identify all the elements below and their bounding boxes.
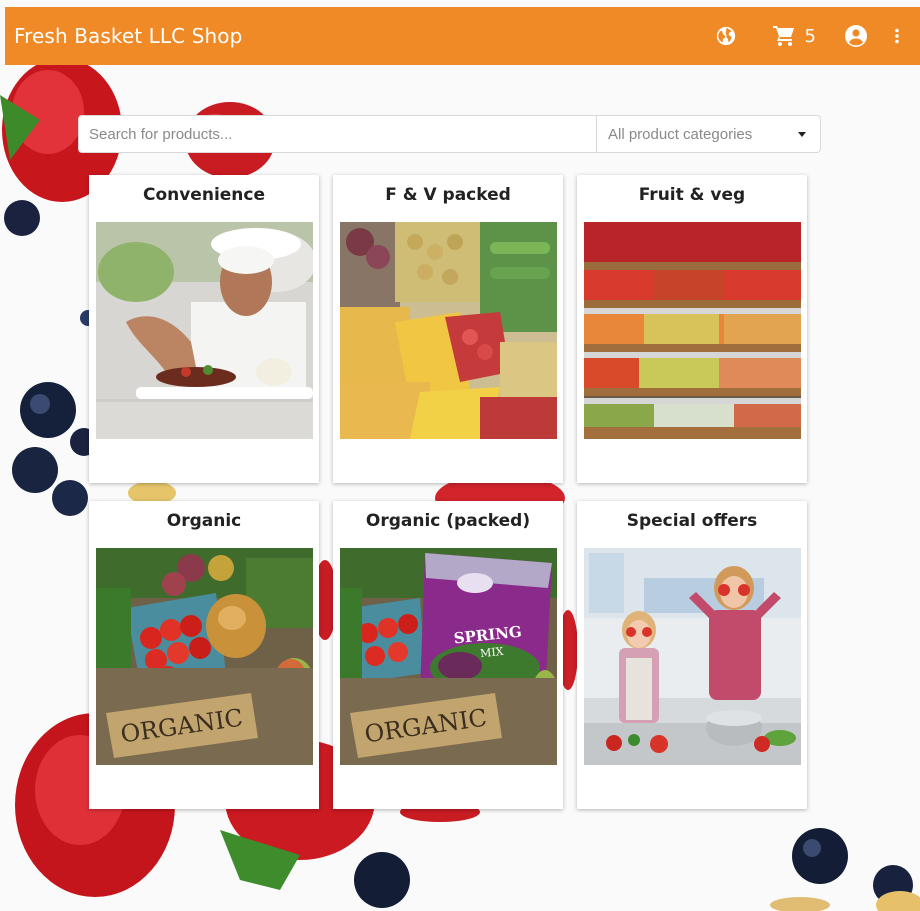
category-image-organic: ORGANIC xyxy=(96,548,313,765)
account-circle-icon[interactable] xyxy=(844,24,868,48)
cart-button[interactable]: 5 xyxy=(772,24,816,48)
globe-icon[interactable] xyxy=(714,24,738,48)
category-title: Special offers xyxy=(626,511,758,531)
bag-label-line2: MIX xyxy=(480,645,505,660)
category-title: Convenience xyxy=(142,185,266,205)
category-image-fv-packed xyxy=(340,222,557,439)
cart-icon xyxy=(772,24,796,48)
search-bar: All product categories xyxy=(78,115,821,153)
category-card-organic-packed[interactable]: Organic (packed) SPRING MIX ORGANIC xyxy=(333,501,563,809)
category-select-value: All product categories xyxy=(608,125,753,143)
category-title: Organic xyxy=(166,511,242,531)
category-title: F & V packed xyxy=(385,185,511,205)
category-image-organic-packed: SPRING MIX ORGANIC xyxy=(340,548,557,765)
app-frame: Fresh Basket LLC Shop 5 All product cate… xyxy=(0,0,920,911)
category-select[interactable]: All product categories xyxy=(597,115,821,153)
category-card-convenience[interactable]: Convenience xyxy=(89,175,319,483)
chevron-down-icon xyxy=(798,131,806,137)
search-input[interactable] xyxy=(78,115,597,153)
category-card-organic[interactable]: Organic ORGANIC xyxy=(89,501,319,809)
app-header: Fresh Basket LLC Shop 5 xyxy=(5,7,920,65)
header-actions: 5 xyxy=(714,7,920,65)
category-image-special-offers xyxy=(584,548,801,765)
category-image-fruit-veg xyxy=(584,222,801,439)
cart-count-badge: 5 xyxy=(804,25,816,47)
category-title: Fruit & veg xyxy=(638,185,746,205)
category-title: Organic (packed) xyxy=(365,511,531,531)
category-card-fruit-veg[interactable]: Fruit & veg xyxy=(577,175,807,483)
category-card-special-offers[interactable]: Special offers xyxy=(577,501,807,809)
category-image-convenience xyxy=(96,222,313,439)
category-card-fv-packed[interactable]: F & V packed xyxy=(333,175,563,483)
more-vert-icon[interactable] xyxy=(890,24,904,48)
shop-title[interactable]: Fresh Basket LLC Shop xyxy=(14,24,242,48)
